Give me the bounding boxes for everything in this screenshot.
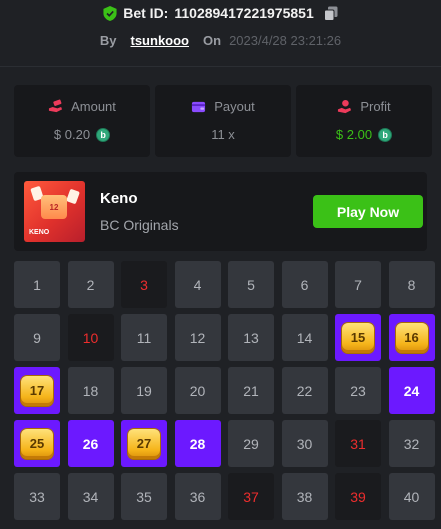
keno-tile-13[interactable]: 13 [228, 314, 274, 361]
keno-tile-22[interactable]: 22 [281, 367, 328, 414]
keno-tile-25[interactable]: 25 [14, 420, 60, 467]
bet-id-value: 110289417221975851 [174, 5, 314, 21]
thumbnail-label: KENO [29, 229, 50, 236]
amount-value: $ 0.20 [53, 127, 91, 142]
keno-tile-34[interactable]: 34 [67, 473, 114, 520]
wallet-icon [192, 101, 206, 113]
keno-tile-10[interactable]: 10 [67, 314, 114, 361]
copy-icon[interactable] [323, 6, 338, 21]
keno-tile-20[interactable]: 20 [174, 367, 221, 414]
payout-stat: Payout 11 x [155, 85, 291, 157]
keno-tile-29[interactable]: 29 [228, 420, 274, 467]
payout-label: Payout [214, 99, 255, 114]
keno-tile-16[interactable]: 16 [388, 314, 435, 361]
keno-tile-33[interactable]: 33 [14, 473, 60, 520]
keno-tile-3[interactable]: 3 [121, 261, 167, 308]
keno-tile-9[interactable]: 9 [14, 314, 60, 361]
coin-icon: b [96, 127, 111, 142]
payout-value: 11 x [211, 127, 235, 142]
keno-tile-40[interactable]: 40 [388, 473, 435, 520]
cash-hand-icon [49, 99, 63, 113]
keno-tile-4[interactable]: 4 [174, 261, 221, 308]
game-name: Keno [100, 190, 138, 207]
amount-stat: Amount $ 0.20 b [14, 85, 150, 157]
bet-author-row: By tsunkooo On 2023/4/28 23:21:26 [0, 31, 441, 49]
gem-hit-icon: 25 [21, 428, 53, 459]
verified-shield-icon [103, 5, 117, 21]
game-provider: BC Originals [100, 217, 179, 233]
keno-tile-28[interactable]: 28 [174, 420, 221, 467]
keno-tile-21[interactable]: 21 [228, 367, 274, 414]
profit-hand-icon [338, 99, 352, 114]
keno-number-grid: 1 2 3 4 5 6 7 8 9 10 11 12 13 14 15 16 17 18 19 20 21 22 23 24 2… [14, 261, 435, 520]
gem-hit-icon: 15 [342, 322, 374, 353]
play-now-button[interactable]: Play Now [313, 195, 423, 228]
coin-icon: b [378, 127, 393, 142]
keno-tile-27[interactable]: 27 [121, 420, 167, 467]
keno-tile-18[interactable]: 18 [67, 367, 114, 414]
bet-date: 2023/4/28 23:21:26 [229, 32, 342, 48]
keno-tile-24[interactable]: 24 [388, 367, 435, 414]
keno-tile-30[interactable]: 30 [281, 420, 328, 467]
payout-stat-head: Payout [155, 99, 291, 114]
gem-hit-icon: 17 [21, 375, 53, 406]
keno-tile-32[interactable]: 32 [388, 420, 435, 467]
gem-hit-icon: 16 [395, 322, 428, 353]
keno-cube-icon: 12 [41, 195, 67, 219]
keno-tile-19[interactable]: 19 [121, 367, 167, 414]
keno-tile-23[interactable]: 23 [335, 367, 381, 414]
on-label: On [203, 32, 222, 48]
keno-tile-8[interactable]: 8 [388, 261, 435, 308]
keno-tile-7[interactable]: 7 [335, 261, 381, 308]
keno-tile-2[interactable]: 2 [67, 261, 114, 308]
profit-stat-head: Profit [296, 99, 432, 114]
keno-tile-14[interactable]: 14 [281, 314, 328, 361]
keno-tile-26[interactable]: 26 [67, 420, 114, 467]
amount-value-row: $ 0.20 b [14, 127, 150, 142]
amount-label: Amount [71, 99, 116, 114]
payout-value-row: 11 x [155, 127, 291, 142]
profit-stat: Profit $ 2.00 b [296, 85, 432, 157]
keno-tile-35[interactable]: 35 [121, 473, 167, 520]
profit-value-row: $ 2.00 b [296, 127, 432, 142]
keno-tile-38[interactable]: 38 [281, 473, 328, 520]
username-link[interactable]: tsunkooo [131, 33, 190, 48]
game-card: 12 KENO Keno BC Originals Play Now [14, 172, 427, 251]
header-divider [0, 66, 441, 67]
keno-tile-15[interactable]: 15 [335, 314, 381, 361]
keno-tile-1[interactable]: 1 [14, 261, 60, 308]
by-label: By [99, 32, 117, 48]
keno-tile-37[interactable]: 37 [228, 473, 274, 520]
profit-value: $ 2.00 [335, 127, 373, 142]
card-decoration [66, 188, 80, 205]
keno-tile-11[interactable]: 11 [121, 314, 167, 361]
gem-hit-icon: 27 [128, 428, 160, 459]
keno-tile-36[interactable]: 36 [174, 473, 221, 520]
keno-tile-12[interactable]: 12 [174, 314, 221, 361]
profit-label: Profit [360, 99, 391, 114]
keno-game-thumbnail[interactable]: 12 KENO [24, 181, 85, 242]
bet-id-label: Bet ID: [123, 5, 169, 21]
keno-tile-31[interactable]: 31 [335, 420, 381, 467]
keno-tile-6[interactable]: 6 [281, 261, 328, 308]
keno-tile-17[interactable]: 17 [14, 367, 60, 414]
keno-tile-39[interactable]: 39 [335, 473, 381, 520]
amount-stat-head: Amount [14, 99, 150, 114]
bet-id-row: Bet ID: 110289417221975851 [0, 4, 441, 22]
keno-tile-5[interactable]: 5 [228, 261, 274, 308]
